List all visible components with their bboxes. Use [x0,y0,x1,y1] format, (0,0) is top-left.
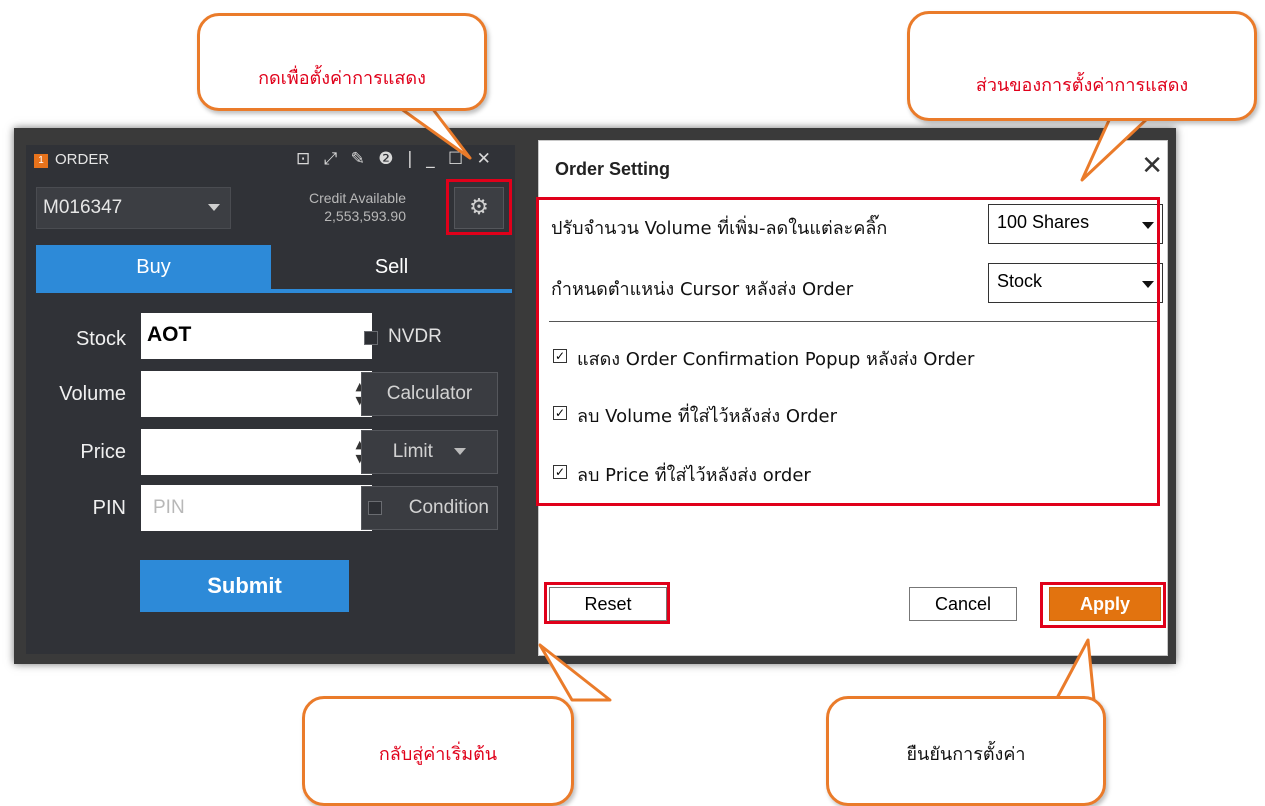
window-number-badge: 1 [34,154,48,168]
apply-highlight-box [1040,582,1166,628]
dialog-title: Order Setting [555,159,671,179]
close-icon[interactable]: ✕ [1141,151,1163,181]
condition-toggle[interactable]: Condition [361,486,498,530]
price-label: Price [80,441,126,463]
tab-sell[interactable]: Sell [271,245,512,289]
order-titlebar: 1 ORDER ⊡ ⤢ ✎ ❷ | _ ☐ ✕ [26,145,515,177]
credit-value: 2,553,593.90 [324,208,406,224]
price-input[interactable]: ▲ ▼ [141,429,372,475]
stock-label: Stock [75,328,126,350]
account-value: M016347 [43,197,123,218]
tab-underline [36,289,512,293]
stock-input[interactable]: AOT [141,313,372,359]
pin-label: PIN [92,497,126,519]
callout-apply: ยืนยันการตั้งค่า [826,696,1106,806]
nvdr-label: NVDR [388,326,442,347]
stock-value: AOT [147,323,192,346]
callout-apply-text: ยืนยันการตั้งค่า [906,744,1026,765]
condition-label: Condition [408,497,489,518]
order-panel: 1 ORDER ⊡ ⤢ ✎ ❷ | _ ☐ ✕ M016347 Credit A… [26,145,515,654]
submit-button[interactable]: Submit [140,560,349,612]
window-controls-icon[interactable]: ⊡ ⤢ ✎ ❷ | _ ☐ ✕ [296,149,495,169]
nvdr-checkbox[interactable] [364,331,378,345]
cancel-button[interactable]: Cancel [909,587,1017,621]
settings-highlight-box [446,179,512,235]
calculator-button[interactable]: Calculator [361,372,498,416]
limit-label: Limit [392,441,433,462]
volume-label: Volume [59,383,126,405]
condition-checkbox[interactable] [368,501,382,515]
pin-placeholder: PIN [153,497,185,518]
buy-sell-tabs: Buy Sell [36,245,512,293]
callout-settings-area: ส่วนของการตั้งค่าการแสดง [907,11,1257,121]
callout-reset: กลับสู่ค่าเริ่มต้น [302,696,574,806]
account-select[interactable]: M016347 [36,187,231,229]
limit-select[interactable]: Limit [361,430,498,474]
reset-highlight-box [544,582,670,624]
credit-available: Credit Available 2,553,593.90 [256,189,406,225]
chevron-down-icon [208,204,220,211]
credit-label: Credit Available [308,190,406,206]
settings-area-highlight-box [536,197,1160,506]
callout-settings-area-text: ส่วนของการตั้งค่าการแสดง [975,75,1189,96]
volume-input[interactable]: ▲ ▼ [141,371,372,417]
tab-buy[interactable]: Buy [36,245,271,289]
order-title: ORDER [55,151,110,168]
callout-reset-text: กลับสู่ค่าเริ่มต้น [378,744,498,765]
pin-input[interactable]: PIN [141,485,372,531]
callout-open-settings: กดเพื่อตั้งค่าการแสดง [197,13,487,111]
callout-open-settings-text: กดเพื่อตั้งค่าการแสดง [258,68,426,89]
chevron-down-icon [454,448,467,456]
